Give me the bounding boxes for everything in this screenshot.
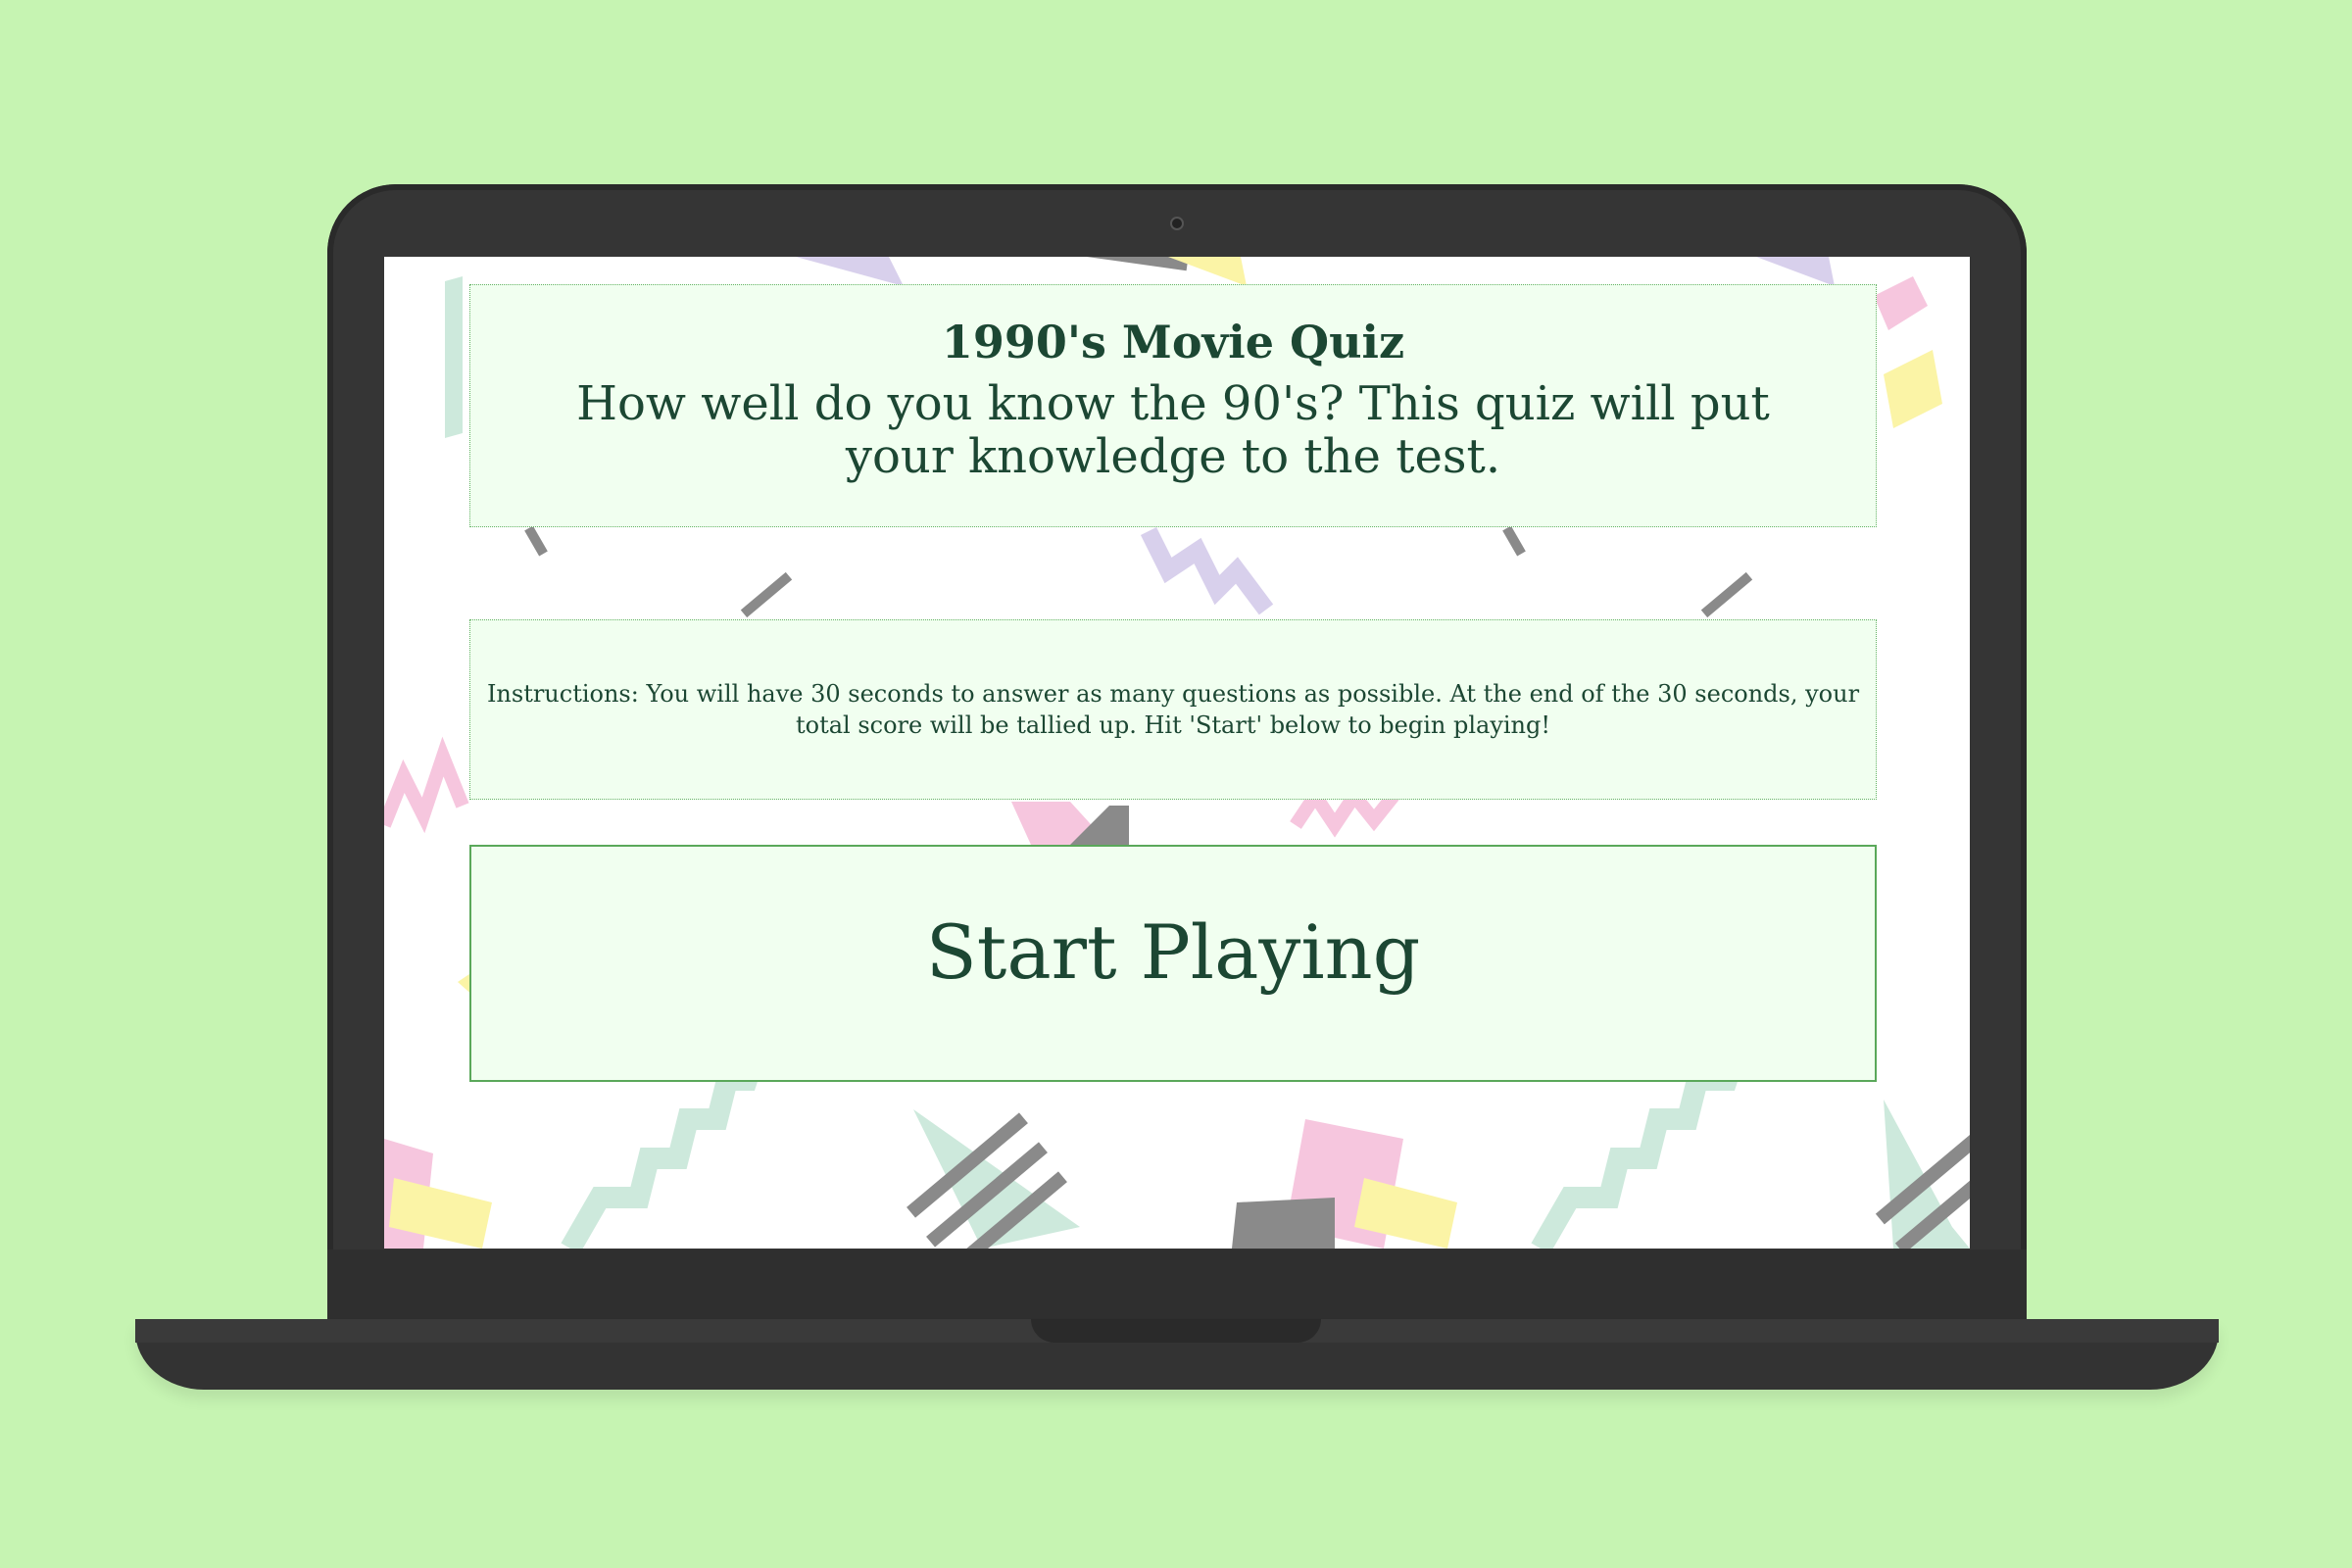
- page-title: 1990's Movie Quiz: [941, 316, 1405, 368]
- quiz-header: 1990's Movie Quiz How well do you know t…: [469, 284, 1877, 527]
- laptop-bezel-bottom: [327, 1250, 2027, 1320]
- start-playing-button[interactable]: Start Playing: [469, 845, 1877, 1082]
- start-playing-label: Start Playing: [925, 908, 1421, 996]
- page-subtitle: How well do you know the 90's? This quiz…: [576, 376, 1770, 484]
- laptop-screen: 1990's Movie Quiz How well do you know t…: [384, 257, 1970, 1249]
- webcam-icon: [1170, 217, 1184, 230]
- instructions-panel: Instructions: You will have 30 seconds t…: [469, 619, 1877, 800]
- laptop-mockup: 1990's Movie Quiz How well do you know t…: [0, 0, 2352, 1568]
- instructions-text: Instructions: You will have 30 seconds t…: [486, 680, 1860, 739]
- laptop-hinge-notch: [1031, 1319, 1321, 1343]
